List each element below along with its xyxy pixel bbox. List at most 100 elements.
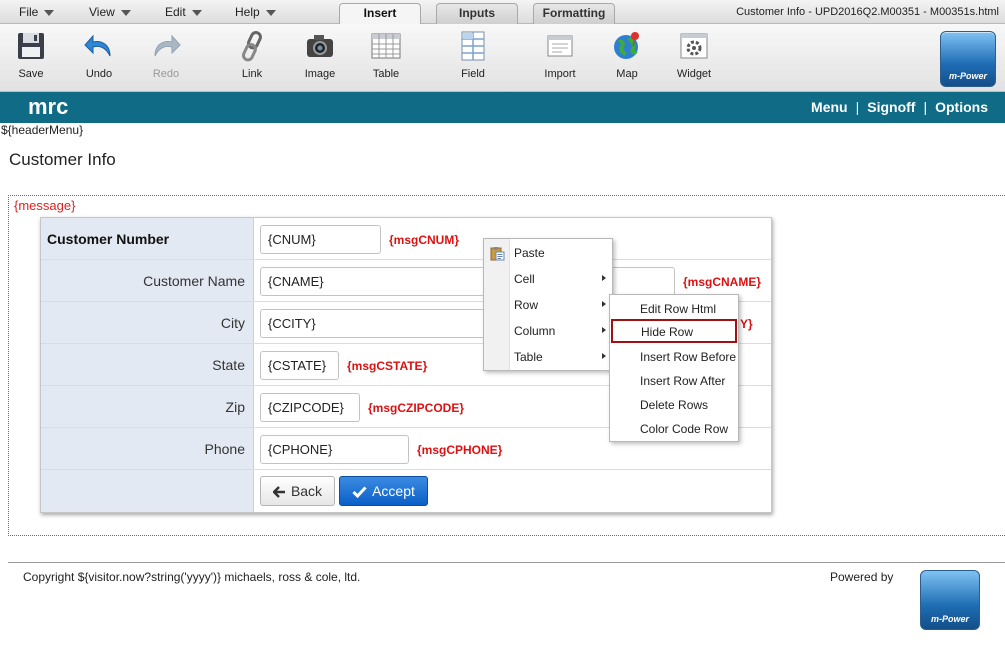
menu-help-label: Help	[235, 5, 260, 19]
back-button[interactable]: Back	[260, 476, 335, 506]
camera-icon	[307, 35, 333, 57]
context-menu-label: Row	[514, 298, 539, 312]
chevron-right-icon	[602, 353, 606, 359]
ccity-field[interactable]: {CCITY}	[260, 309, 500, 338]
undo-button[interactable]: Undo	[69, 30, 129, 80]
field-label: Customer Number *AUTOSEQ	[41, 218, 254, 289]
undo-icon	[84, 34, 111, 57]
context-menu-table[interactable]: Table	[484, 344, 612, 370]
nav-options-link[interactable]: Options	[935, 99, 988, 115]
widget-icon	[680, 33, 708, 59]
app-header: mrc Menu | Signoff | Options	[0, 92, 1005, 123]
clipboard-icon	[490, 247, 505, 261]
tab-formatting[interactable]: Formatting	[533, 3, 615, 24]
toolbar: Save Undo Redo Link Image Table Field Im…	[0, 24, 1005, 92]
page-title: Customer Info	[9, 150, 116, 169]
row-submenu: Edit Row Html Hide Row Insert Row Before…	[609, 294, 739, 442]
footer-divider	[8, 562, 1005, 563]
mpower-footer-logo[interactable]: m-Power	[920, 570, 980, 630]
nav-separator: |	[855, 99, 860, 115]
map-label: Map	[616, 68, 638, 80]
context-menu-label: Table	[514, 350, 543, 364]
window-title: Customer Info - UPD2016Q2.M00351 - M0035…	[736, 6, 999, 18]
submenu-label: Insert Row After	[640, 374, 726, 388]
menu-file[interactable]: File	[19, 5, 55, 19]
image-label: Image	[304, 68, 336, 80]
menu-view-label: View	[89, 5, 115, 19]
brand-logo: mrc	[28, 94, 69, 119]
copyright-text: Copyright ${visitor.now?string('yyyy')} …	[23, 570, 361, 584]
cnum-field[interactable]: {CNUM}	[260, 225, 381, 254]
menu-edit-label: Edit	[165, 5, 186, 19]
tab-inputs[interactable]: Inputs	[436, 3, 518, 24]
submenu-insert-row-before[interactable]: Insert Row Before	[610, 344, 738, 368]
empty-label-cell	[41, 470, 254, 512]
import-label: Import	[544, 68, 576, 80]
submenu-hide-row[interactable]: Hide Row	[611, 319, 737, 343]
mpower-logo-button[interactable]: m-Power	[940, 31, 996, 87]
submenu-delete-rows[interactable]: Delete Rows	[610, 392, 738, 416]
cphone-message: {msgCPHONE}	[417, 443, 503, 457]
link-button[interactable]: Link	[222, 30, 282, 80]
field-label: City	[41, 302, 254, 343]
field-button[interactable]: Field	[443, 30, 503, 80]
chevron-down-icon	[44, 9, 55, 16]
field-label: Field	[461, 68, 485, 80]
top-nav: Menu | Signoff | Options	[811, 99, 988, 115]
globe-icon	[614, 32, 639, 59]
context-menu: Paste Cell Row Column Table	[483, 238, 613, 371]
field-icon	[461, 31, 485, 61]
map-button[interactable]: Map	[597, 30, 657, 80]
submenu-label: Hide Row	[641, 325, 694, 339]
nav-menu-link[interactable]: Menu	[811, 99, 848, 115]
tab-insert[interactable]: Insert	[339, 3, 421, 25]
menu-view[interactable]: View	[89, 5, 131, 19]
nav-signoff-link[interactable]: Signoff	[867, 99, 915, 115]
chevron-down-icon	[120, 9, 131, 16]
cnum-message: {msgCNUM}	[389, 233, 460, 247]
message-placeholder: {message}	[14, 198, 76, 213]
save-button[interactable]: Save	[1, 30, 61, 80]
table-row: Customer Number *AUTOSEQ {CNUM} {msgCNUM…	[41, 218, 771, 289]
table-button[interactable]: Table	[356, 30, 416, 80]
button-row: Back Accept	[41, 470, 771, 512]
submenu-edit-row-html[interactable]: Edit Row Html	[610, 296, 738, 320]
submenu-label: Delete Rows	[640, 398, 709, 412]
submenu-label: Color Code Row	[640, 422, 729, 436]
cphone-field[interactable]: {CPHONE}	[260, 435, 409, 464]
submenu-color-code-row[interactable]: Color Code Row	[610, 416, 738, 440]
chevron-down-icon	[191, 9, 202, 16]
menu-edit[interactable]: Edit	[165, 5, 202, 19]
widget-button[interactable]: Widget	[664, 30, 724, 80]
context-menu-label: Paste	[514, 246, 545, 260]
submenu-label: Insert Row Before	[640, 350, 737, 364]
context-menu-row[interactable]: Row	[484, 292, 612, 318]
accept-button[interactable]: Accept	[339, 476, 428, 506]
context-menu-label: Cell	[514, 272, 535, 286]
context-menu-column[interactable]: Column	[484, 318, 612, 344]
powered-by-text: Powered by	[830, 570, 894, 584]
ccity-message: Y}	[740, 317, 753, 331]
field-label: State	[41, 344, 254, 385]
menu-help[interactable]: Help	[235, 5, 276, 19]
redo-button[interactable]: Redo	[136, 30, 196, 80]
back-label: Back	[290, 483, 323, 499]
cstate-field[interactable]: {CSTATE}	[260, 351, 339, 380]
arrow-left-icon	[272, 486, 285, 498]
chevron-right-icon	[602, 275, 606, 281]
import-icon	[547, 35, 573, 57]
submenu-insert-row-after[interactable]: Insert Row After	[610, 368, 738, 392]
context-menu-paste[interactable]: Paste	[484, 240, 612, 266]
czipcode-message: {msgCZIPCODE}	[368, 401, 465, 415]
import-button[interactable]: Import	[530, 30, 590, 80]
context-menu-cell[interactable]: Cell	[484, 266, 612, 292]
chevron-right-icon	[602, 301, 606, 307]
save-label: Save	[18, 68, 44, 80]
widget-label: Widget	[676, 68, 712, 80]
czipcode-field[interactable]: {CZIPCODE}	[260, 393, 360, 422]
chevron-down-icon	[265, 9, 276, 16]
field-label: Phone	[41, 428, 254, 469]
image-button[interactable]: Image	[290, 30, 350, 80]
link-icon	[241, 31, 262, 62]
table-label: Table	[372, 68, 400, 80]
